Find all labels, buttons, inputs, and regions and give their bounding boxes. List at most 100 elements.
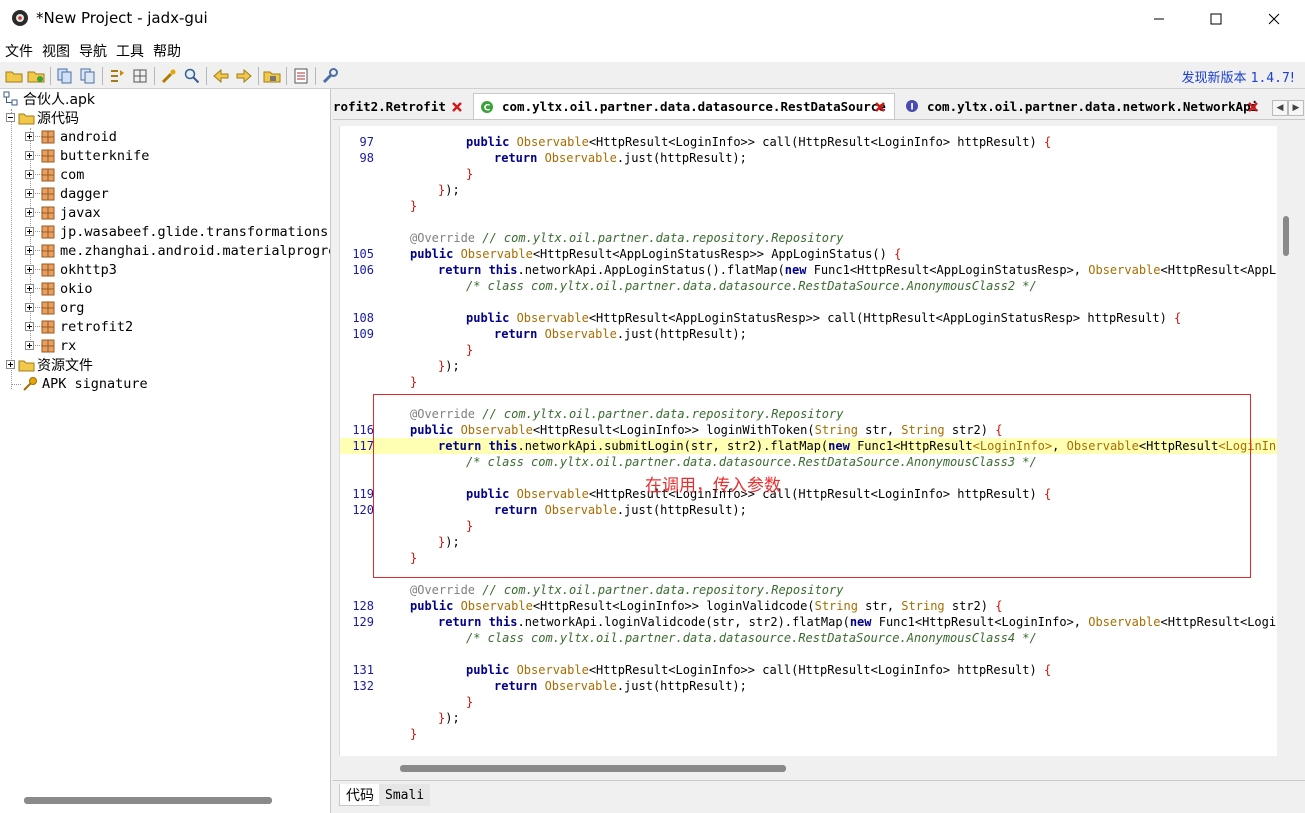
tree-node-package[interactable]: retrofit2 <box>25 317 133 336</box>
code-token: @Override <box>410 407 483 421</box>
menu-tools[interactable]: 工具 <box>111 38 148 62</box>
expand-toggle-icon[interactable] <box>25 208 34 217</box>
close-button[interactable] <box>1245 0 1303 38</box>
save-all-icon[interactable] <box>79 67 97 85</box>
line-number: 129 <box>352 615 374 629</box>
forward-arrow-icon[interactable] <box>235 67 253 85</box>
tree-node-resources[interactable]: 资源文件 <box>6 355 93 374</box>
code-text: } <box>466 342 473 358</box>
menu-view[interactable]: 视图 <box>37 38 74 62</box>
menu-file[interactable]: 文件 <box>0 38 37 62</box>
code-token: @Override <box>410 583 483 597</box>
code-line: 129 return this.networkApi.loginValidcode… <box>340 614 1277 630</box>
tree-node-package[interactable]: dagger <box>25 184 109 203</box>
preferences-wrench-icon[interactable] <box>321 67 339 85</box>
close-tab-icon[interactable] <box>450 100 464 114</box>
line-number: 109 <box>352 327 374 341</box>
expand-toggle-icon[interactable] <box>25 322 34 331</box>
tabs-scroll-left-button[interactable]: ◀ <box>1272 100 1288 116</box>
key-icon <box>23 376 37 391</box>
expand-toggle-icon[interactable] <box>25 132 34 141</box>
close-tab-icon[interactable] <box>1246 100 1260 114</box>
menu-help[interactable]: 帮助 <box>148 38 185 62</box>
flatten-packages-icon[interactable] <box>131 67 149 85</box>
tab-network-api[interactable]: I com.yltx.oil.partner.data.network.Netw… <box>899 93 1269 119</box>
open-folder-icon[interactable] <box>5 67 23 85</box>
tree-node-package[interactable]: com <box>25 165 84 184</box>
tree-node-apk-signature[interactable]: APK signature <box>22 374 148 393</box>
line-number: 108 <box>352 311 374 325</box>
expand-toggle-icon[interactable] <box>25 284 34 293</box>
tree-node-package[interactable]: me.zhanghai.android.materialprogre <box>25 241 330 260</box>
code-token: Observable <box>460 247 533 261</box>
log-viewer-icon[interactable] <box>292 67 310 85</box>
package-icon <box>41 168 55 181</box>
code-line: }); <box>340 182 1277 198</box>
update-available-link[interactable]: 发现新版本 1.4.7! <box>1181 67 1295 86</box>
expand-toggle-icon[interactable] <box>25 151 34 160</box>
toolbar-separator <box>206 67 207 85</box>
tree-horizontal-scrollbar[interactable] <box>24 797 272 804</box>
editor-vertical-scrollbar[interactable] <box>1283 216 1289 256</box>
menu-navigation[interactable]: 导航 <box>74 38 111 62</box>
expand-toggle-icon[interactable] <box>25 265 34 274</box>
package-icon <box>41 187 55 200</box>
package-icon <box>41 149 55 162</box>
tree-node-package[interactable]: org <box>25 298 84 317</box>
collapse-toggle-icon[interactable] <box>6 113 15 122</box>
maximize-button[interactable] <box>1187 0 1245 38</box>
svg-text:I: I <box>910 103 913 113</box>
tree-label: okhttp3 <box>60 261 117 278</box>
line-number: 119 <box>352 487 374 501</box>
deobfuscation-icon[interactable] <box>263 67 281 85</box>
tree-node-package[interactable]: android <box>25 127 117 146</box>
tree-node-package[interactable]: javax <box>25 203 101 222</box>
tab-smali[interactable]: Smali <box>379 784 431 806</box>
code-token: public <box>410 423 461 437</box>
tab-code[interactable]: 代码 <box>339 784 381 806</box>
expand-toggle-icon[interactable] <box>25 189 34 198</box>
minimize-button[interactable] <box>1130 0 1188 38</box>
class-search-icon[interactable] <box>183 67 201 85</box>
expand-toggle-icon[interactable] <box>25 227 34 236</box>
code-token: Observable <box>516 135 589 149</box>
toolbar-separator <box>154 67 155 85</box>
tree-node-package[interactable]: butterknife <box>25 146 149 165</box>
code-token: Observable <box>516 487 589 501</box>
code-line: /* class com.yltx.oil.partner.data.datas… <box>340 630 1277 646</box>
close-tab-icon[interactable] <box>873 100 887 114</box>
code-text: @Override // com.yltx.oil.partner.data.r… <box>410 582 843 598</box>
code-line: 108 public Observable<HttpResult<AppLogin… <box>340 310 1277 326</box>
code-line: 128 public Observable<HttpResult<LoginInf… <box>340 598 1277 614</box>
tab-rest-data-source[interactable]: C com.yltx.oil.partner.data.datasource.R… <box>473 93 895 119</box>
add-files-icon[interactable] <box>27 67 45 85</box>
tree-node-source[interactable]: 源代码 <box>6 108 79 127</box>
copy-icon[interactable] <box>56 67 74 85</box>
tree-node-package[interactable]: okio <box>25 279 93 298</box>
expand-toggle-icon[interactable] <box>6 360 15 369</box>
tree-node-package[interactable]: jp.wasabeef.glide.transformations <box>25 222 328 241</box>
line-number: 132 <box>352 679 374 693</box>
code-token: return this <box>438 263 518 277</box>
code-editor[interactable]: 97 public Observable<HttpResult<LoginInfo… <box>339 126 1277 756</box>
editor-horizontal-scrollbar[interactable] <box>400 765 786 772</box>
code-text: }); <box>438 182 460 198</box>
back-arrow-icon[interactable] <box>212 67 230 85</box>
tree-label: 资源文件 <box>37 357 93 374</box>
tree-node-package[interactable]: rx <box>25 336 76 355</box>
code-text: public Observable<HttpResult<LoginInfo>>… <box>410 598 1002 614</box>
code-token: } <box>410 551 418 565</box>
code-token: @Override <box>410 231 483 245</box>
expand-toggle-icon[interactable] <box>25 303 34 312</box>
expand-toggle-icon[interactable] <box>25 170 34 179</box>
expand-toggle-icon[interactable] <box>25 246 34 255</box>
tree-node-apk[interactable]: 合伙人.apk <box>3 89 95 108</box>
expand-toggle-icon[interactable] <box>25 341 34 350</box>
tabs-scroll-right-button[interactable]: ▶ <box>1288 100 1304 116</box>
tree-node-package[interactable]: okhttp3 <box>25 260 117 279</box>
package-icon <box>41 130 55 143</box>
tab-retrofit[interactable]: rofit2.Retrofit <box>333 93 469 119</box>
sync-tree-icon[interactable] <box>108 67 126 85</box>
code-line: } <box>340 166 1277 182</box>
text-search-icon[interactable] <box>160 67 178 85</box>
